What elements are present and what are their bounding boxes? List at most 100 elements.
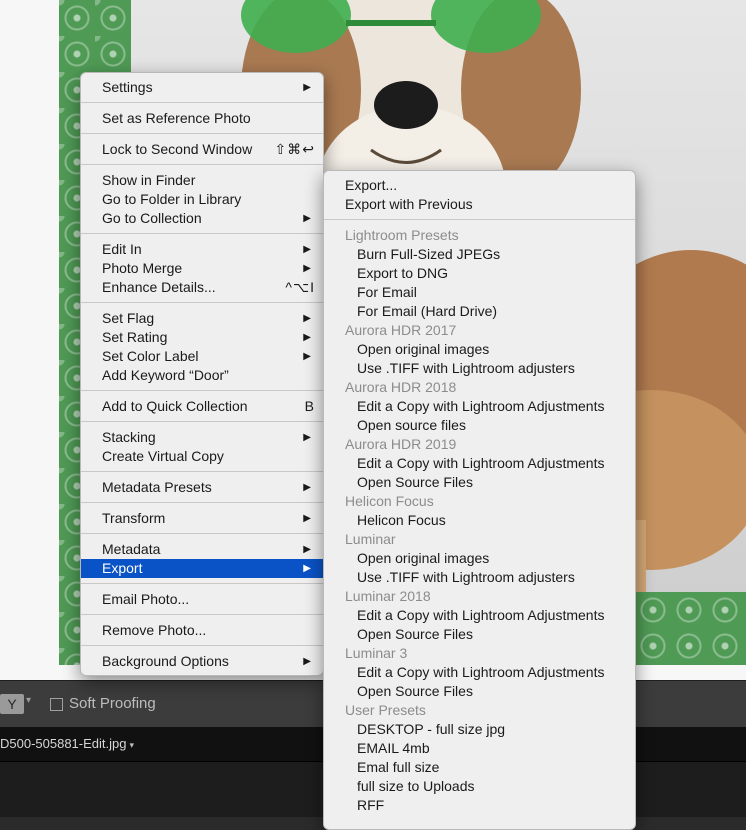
menu-item-transform[interactable]: Transform ▶ (81, 509, 323, 528)
menu-item-background-options[interactable]: Background Options ▶ (81, 652, 323, 671)
menu-item-edit-in[interactable]: Edit In ▶ (81, 240, 323, 259)
menu-item-label: Go to Collection (102, 210, 202, 226)
submenu-arrow-icon: ▶ (303, 351, 311, 362)
menu-item-enhance-details[interactable]: Enhance Details... ^⌥I (81, 278, 323, 297)
export-preset-emal-full-size[interactable]: Emal full size (324, 758, 635, 777)
export-preset-email-4mb[interactable]: EMAIL 4mb (324, 739, 635, 758)
submenu-arrow-icon: ▶ (303, 244, 311, 255)
menu-item-stacking[interactable]: Stacking ▶ (81, 428, 323, 447)
menu-item-email-photo[interactable]: Email Photo... (81, 590, 323, 609)
submenu-section-header: Luminar (345, 531, 396, 547)
menu-separator (81, 614, 323, 615)
chevron-down-icon: ▾ (129, 740, 135, 750)
menu-item-label: Remove Photo... (102, 622, 207, 638)
export-preset-edit-a-copy-with-lightroom-adjustments[interactable]: Edit a Copy with Lightroom Adjustments (324, 454, 635, 473)
submenu-item-export-with-previous[interactable]: Export with Previous (324, 195, 635, 214)
menu-item-label: Set Color Label (102, 348, 199, 364)
menu-item-metadata-presets[interactable]: Metadata Presets ▶ (81, 478, 323, 497)
submenu-arrow-icon: ▶ (303, 513, 311, 524)
menu-item-photo-merge[interactable]: Photo Merge ▶ (81, 259, 323, 278)
menu-item-set-color-label[interactable]: Set Color Label ▶ (81, 347, 323, 366)
submenu-arrow-icon: ▶ (303, 563, 311, 574)
submenu-arrow-icon: ▶ (303, 482, 311, 493)
submenu-arrow-icon: ▶ (303, 263, 311, 274)
export-preset-edit-a-copy-with-lightroom-adjustments[interactable]: Edit a Copy with Lightroom Adjustments (324, 397, 635, 416)
view-mode-dropdown[interactable]: Y (0, 694, 24, 714)
submenu-section-header: Aurora HDR 2019 (345, 436, 457, 452)
submenu-item-export[interactable]: Export... (324, 176, 635, 195)
submenu-arrow-icon: ▶ (303, 82, 311, 93)
menu-separator (324, 219, 635, 220)
export-preset-open-original-images[interactable]: Open original images (324, 340, 635, 359)
export-preset-export-to-dng[interactable]: Export to DNG (324, 264, 635, 283)
menu-item-label: Photo Merge (102, 260, 183, 276)
menu-item-label: Transform (102, 510, 166, 526)
submenu-arrow-icon: ▶ (303, 213, 311, 224)
menu-separator (81, 645, 323, 646)
menu-item-create-virtual-copy[interactable]: Create Virtual Copy (81, 447, 323, 466)
export-preset-edit-a-copy-with-lightroom-adjustments[interactable]: Edit a Copy with Lightroom Adjustments (324, 663, 635, 682)
menu-item-settings[interactable]: Settings ▶ (81, 78, 323, 97)
export-preset-rff[interactable]: RFF (324, 796, 635, 815)
export-preset-helicon-focus[interactable]: Helicon Focus (324, 511, 635, 530)
export-preset-desktop-full-size-jpg[interactable]: DESKTOP - full size jpg (324, 720, 635, 739)
menu-item-set-as-reference-photo[interactable]: Set as Reference Photo (81, 109, 323, 128)
export-preset-full-size-to-uploads[interactable]: full size to Uploads (324, 777, 635, 796)
export-preset-open-source-files[interactable]: Open source files (324, 416, 635, 435)
menu-item-label: Email Photo... (102, 591, 190, 607)
submenu-section-header: Luminar 3 (345, 645, 408, 661)
submenu-arrow-icon: ▶ (303, 332, 311, 343)
export-preset-use-tiff-with-lightroom-adjusters[interactable]: Use .TIFF with Lightroom adjusters (324, 359, 635, 378)
menu-separator (81, 390, 323, 391)
menu-separator (81, 302, 323, 303)
export-preset-open-source-files[interactable]: Open Source Files (324, 682, 635, 701)
export-preset-for-email[interactable]: For Email (324, 283, 635, 302)
chevron-down-icon[interactable]: ▾ (26, 695, 31, 706)
context-menu: Settings ▶ Set as Reference Photo Lock to S… (80, 72, 324, 676)
menu-item-remove-photo[interactable]: Remove Photo... (81, 621, 323, 640)
menu-item-label: Show in Finder (102, 172, 196, 188)
export-preset-edit-a-copy-with-lightroom-adjustments[interactable]: Edit a Copy with Lightroom Adjustments (324, 606, 635, 625)
menu-item-label: Create Virtual Copy (102, 448, 224, 464)
export-preset-for-email-hard-drive[interactable]: For Email (Hard Drive) (324, 302, 635, 321)
submenu-arrow-icon: ▶ (303, 313, 311, 324)
soft-proofing-checkbox[interactable] (50, 698, 63, 711)
menu-item-label: Set as Reference Photo (102, 110, 251, 126)
menu-item-metadata[interactable]: Metadata ▶ (81, 540, 323, 559)
photo-frame-corner (635, 592, 746, 665)
menu-item-show-in-finder[interactable]: Show in Finder (81, 171, 323, 190)
keyboard-shortcut: ⇧⌘↩ (274, 141, 315, 157)
menu-separator (81, 102, 323, 103)
export-submenu: Export... Export with Previous Lightroom P… (323, 170, 636, 830)
menu-separator (81, 533, 323, 534)
filename-dropdown[interactable]: D500-505881-Edit.jpg ▾ (0, 736, 134, 751)
export-preset-open-original-images[interactable]: Open original images (324, 549, 635, 568)
menu-separator (81, 421, 323, 422)
menu-item-go-to-folder-in-library[interactable]: Go to Folder in Library (81, 190, 323, 209)
menu-item-set-flag[interactable]: Set Flag ▶ (81, 309, 323, 328)
menu-item-label: Add Keyword “Door” (102, 367, 229, 383)
keyboard-shortcut: ^⌥I (285, 279, 315, 295)
export-preset-use-tiff-with-lightroom-adjusters[interactable]: Use .TIFF with Lightroom adjusters (324, 568, 635, 587)
menu-item-add-to-quick-collection[interactable]: Add to Quick Collection B (81, 397, 323, 416)
export-preset-burn-full-sized-jpegs[interactable]: Burn Full-Sized JPEGs (324, 245, 635, 264)
menu-item-label: Go to Folder in Library (102, 191, 242, 207)
submenu-section-header: Aurora HDR 2017 (345, 322, 457, 338)
menu-item-set-rating[interactable]: Set Rating ▶ (81, 328, 323, 347)
menu-separator (81, 133, 323, 134)
menu-item-lock-to-second-window[interactable]: Lock to Second Window ⇧⌘↩ (81, 140, 323, 159)
menu-item-label: Stacking (102, 429, 156, 445)
filename-text: D500-505881-Edit.jpg (0, 736, 127, 751)
menu-item-export[interactable]: Export ▶ (81, 559, 323, 578)
menu-item-label: Settings (102, 79, 153, 95)
menu-item-add-keyword-door[interactable]: Add Keyword “Door” (81, 366, 323, 385)
menu-separator (81, 233, 323, 234)
submenu-section-header: Lightroom Presets (345, 227, 459, 243)
submenu-section-header: User Presets (345, 702, 426, 718)
export-preset-open-source-files[interactable]: Open Source Files (324, 473, 635, 492)
menu-item-label: Background Options (102, 653, 229, 669)
menu-item-go-to-collection[interactable]: Go to Collection ▶ (81, 209, 323, 228)
soft-proofing-label[interactable]: Soft Proofing (69, 695, 156, 712)
export-preset-open-source-files[interactable]: Open Source Files (324, 625, 635, 644)
submenu-section-header: Helicon Focus (345, 493, 434, 509)
